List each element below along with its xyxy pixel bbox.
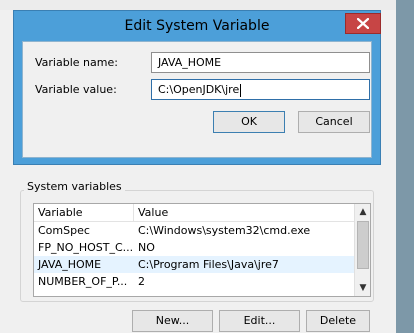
row-variable: ComSpec — [38, 224, 90, 237]
background-window-edge — [0, 0, 414, 10]
dialog-title: Edit System Variable — [124, 18, 270, 34]
desktop-edge — [396, 0, 414, 333]
variable-name-label: Variable name: — [35, 56, 118, 69]
variable-value-input[interactable]: C:\OpenJDK\jre — [151, 79, 370, 100]
close-icon — [357, 18, 369, 29]
table-row[interactable]: NUMBER_OF_P... 2 — [34, 273, 354, 290]
table-row-selected[interactable]: JAVA_HOME C:\Program Files\Java\jre7 — [34, 256, 354, 273]
variable-name-input[interactable]: JAVA_HOME — [151, 52, 370, 73]
variable-value-text: C:\OpenJDK\jre — [158, 83, 240, 96]
list-header: Variable Value — [34, 204, 354, 222]
dialog-title-bar[interactable]: Edit System Variable — [14, 11, 381, 41]
close-button[interactable] — [345, 13, 381, 34]
new-button[interactable]: New... — [132, 310, 213, 332]
row-value: NO — [138, 241, 155, 254]
scroll-thumb[interactable] — [357, 221, 369, 269]
vertical-scrollbar[interactable]: ▲ ▼ — [354, 204, 370, 296]
column-header-variable[interactable]: Variable — [34, 204, 133, 221]
table-row[interactable]: FP_NO_HOST_C... NO — [34, 239, 354, 256]
table-row[interactable]: ComSpec C:\Windows\system32\cmd.exe — [34, 222, 354, 239]
dialog-content: Variable name: JAVA_HOME Variable value:… — [22, 41, 372, 158]
row-value: 2 — [138, 275, 145, 288]
variable-value-label: Variable value: — [35, 83, 117, 96]
edit-button[interactable]: Edit... — [219, 310, 300, 332]
row-variable: JAVA_HOME — [38, 258, 102, 271]
ok-button[interactable]: OK — [213, 111, 285, 133]
row-value: C:\Windows\system32\cmd.exe — [138, 224, 311, 237]
system-variables-list[interactable]: Variable Value ComSpec C:\Windows\system… — [33, 203, 371, 297]
row-variable: FP_NO_HOST_C... — [38, 241, 133, 254]
scroll-up-arrow-icon[interactable]: ▲ — [356, 205, 370, 219]
edit-system-variable-dialog: Edit System Variable Variable name: JAVA… — [13, 10, 381, 165]
row-variable: NUMBER_OF_P... — [38, 275, 128, 288]
scroll-down-arrow-icon[interactable]: ▼ — [356, 281, 370, 295]
text-caret — [240, 83, 242, 97]
cancel-button[interactable]: Cancel — [298, 111, 370, 133]
variable-name-value: JAVA_HOME — [158, 56, 222, 69]
delete-button[interactable]: Delete — [306, 310, 370, 332]
column-header-value[interactable]: Value — [134, 204, 354, 221]
system-variables-label: System variables — [24, 180, 125, 193]
row-value: C:\Program Files\Java\jre7 — [138, 258, 279, 271]
